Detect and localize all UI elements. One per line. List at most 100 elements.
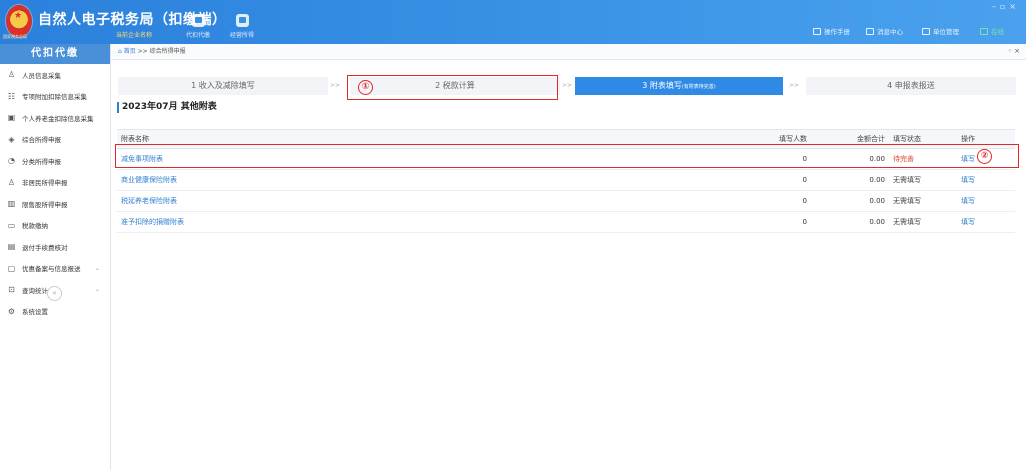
table-row: 商业健康保险附表 0 0.00 无需填写 填写 [117, 169, 1015, 191]
document-icon: ▢ [7, 263, 16, 273]
col-header-count: 填写人数 [733, 129, 811, 149]
book-icon [813, 27, 821, 35]
breadcrumb: ⌂ 首页 >> 综合所得申报 ◦ × [111, 44, 1026, 60]
maximize-icon[interactable]: ▫ [1000, 2, 1009, 11]
star-icon: ★ [14, 11, 23, 21]
pie-icon: ◔ [8, 156, 15, 166]
row-amount: 0.00 [811, 190, 889, 212]
row-name-link[interactable]: 商业健康保险附表 [117, 169, 733, 191]
chevron-down-icon: ⌄ [94, 286, 100, 294]
company-name: 当前企业名称 [116, 32, 153, 39]
step-income-deduction[interactable]: 1 收入及减除填写 [118, 77, 328, 95]
step-note: (有附表待完善) [681, 84, 716, 90]
folder-icon: ▭ [7, 220, 16, 230]
grid-icon: ☷ [7, 91, 16, 101]
col-header-name: 附表名称 [117, 129, 733, 149]
main-content: ⌂ 首页 >> 综合所得申报 ◦ × 1 收入及减除填写 >> 2 税款计算 >… [111, 44, 1026, 470]
sidebar-item-label: 退付手续费核对 [22, 243, 68, 252]
section-title: 2023年07月 其他附表 [117, 102, 217, 113]
sidebar-item-label: 查询统计 [22, 286, 48, 295]
layers-icon: ◈ [8, 134, 15, 144]
online-status[interactable]: 在线 [980, 26, 1004, 36]
row-name-link[interactable]: 税延养老保险附表 [117, 190, 733, 212]
step-separator: >> [330, 82, 341, 89]
sidebar-item-special-deduction[interactable]: ☷ 专项附加扣除信息采集 [0, 86, 110, 108]
row-count: 0 [733, 190, 811, 212]
sidebar-item-pension[interactable]: ▣ 个人养老金扣除信息采集 [0, 107, 110, 129]
minimize-icon[interactable]: – [992, 2, 1000, 11]
table-header-row: 附表名称 填写人数 金额合计 填写状态 操作 [117, 129, 1015, 149]
sidebar: 代扣代缴 ♙ 人员信息采集 ☷ 专项附加扣除信息采集 ▣ 个人养老金扣除信息采集 ◈ 综… [0, 44, 111, 470]
row-name-link[interactable]: 减免事项附表 [117, 148, 733, 170]
topnav-withholding[interactable]: 代扣代缴 [178, 14, 218, 39]
sidebar-item-label: 综合所得申报 [22, 136, 61, 145]
row-amount: 0.00 [811, 169, 889, 191]
row-count: 0 [733, 211, 811, 233]
sidebar-collapse-button[interactable]: « [47, 286, 62, 301]
row-status: 无需填写 [889, 211, 957, 233]
col-header-status: 填写状态 [889, 129, 957, 149]
sidebar-item-tax-payment[interactable]: ▭ 税款缴纳 [0, 215, 110, 237]
messages-label: 消息中心 [877, 28, 903, 36]
step-tax-calculation[interactable]: 2 税款计算 [350, 77, 560, 95]
sidebar-item-label: 分类所得申报 [22, 157, 61, 166]
col-header-amount: 金额合计 [811, 129, 889, 149]
breadcrumb-home[interactable]: 首页 [124, 48, 136, 55]
sidebar-item-classified-income[interactable]: ◔ 分类所得申报 [0, 150, 110, 172]
sidebar-header: 代扣代缴 [0, 44, 110, 64]
attachment-table: 附表名称 填写人数 金额合计 填写状态 操作 减免事项附表 0 0.00 待完善… [117, 129, 1015, 233]
sidebar-item-label: 非居民所得申报 [22, 179, 68, 188]
sidebar-item-settings[interactable]: ⚙ 系统设置 [0, 301, 110, 323]
person-outline-icon: ♙ [7, 177, 16, 187]
sidebar-item-restricted-shares[interactable]: ▥ 限售股所得申报 [0, 193, 110, 215]
table-row: 准予扣除的捐赠附表 0 0.00 无需填写 填写 [117, 211, 1015, 233]
app-header: ★ 国家税务总局 自然人电子税务局（扣缴端） 当前企业名称 代扣代缴 经营所得 … [0, 0, 1026, 44]
step-bar: 1 收入及减除填写 >> 2 税款计算 >> 3 附表填写(有附表待完善) >>… [118, 77, 1024, 95]
breadcrumb-current: 综合所得申报 [149, 48, 186, 55]
close-icon[interactable]: × [1009, 2, 1020, 11]
row-count: 0 [733, 148, 811, 170]
briefcase-icon [191, 14, 205, 27]
step-submit-report[interactable]: 4 申报表报送 [806, 77, 1016, 95]
sidebar-item-fee-refund[interactable]: ▤ 退付手续费核对 [0, 236, 110, 258]
building-icon [922, 27, 930, 35]
annotation-marker-1: ① [358, 80, 373, 95]
manual-button[interactable]: 操作手册 [813, 26, 850, 36]
sidebar-item-nonresident[interactable]: ♙ 非居民所得申报 [0, 172, 110, 194]
row-name-link[interactable]: 准予扣除的捐赠附表 [117, 211, 733, 233]
row-status: 待完善 [889, 148, 957, 170]
sidebar-item-preferential-filing[interactable]: ▢ 优惠备案与信息报送 ⌄ [0, 258, 110, 280]
sidebar-item-label: 限售股所得申报 [22, 200, 68, 209]
topnav-business-income[interactable]: 经营所得 [222, 14, 262, 39]
unit-mgmt-label: 单位管理 [933, 28, 959, 36]
chat-icon [980, 27, 988, 35]
coin-stack-icon [235, 14, 249, 27]
tax-emblem-logo: ★ [6, 5, 32, 37]
manual-label: 操作手册 [824, 28, 850, 36]
sidebar-item-comprehensive-income[interactable]: ◈ 综合所得申报 [0, 129, 110, 151]
row-fill-button[interactable]: 填写 [957, 211, 1015, 233]
window-controls[interactable]: –▫× [992, 2, 1020, 11]
topnav-label: 经营所得 [229, 32, 254, 39]
unit-management-button[interactable]: 单位管理 [922, 26, 959, 36]
sidebar-item-label: 税款缴纳 [22, 222, 48, 231]
sidebar-item-personnel[interactable]: ♙ 人员信息采集 [0, 64, 110, 86]
sidebar-item-label: 专项附加扣除信息采集 [22, 93, 87, 102]
step-attachment-filling[interactable]: 3 附表填写(有附表待完善) [575, 77, 783, 95]
home-icon: ⌂ [118, 48, 122, 55]
row-count: 0 [733, 169, 811, 191]
step-label: 3 附表填写 [642, 81, 682, 90]
search-chart-icon: ⊡ [8, 285, 15, 295]
row-fill-button[interactable]: 填写 [957, 190, 1015, 212]
sidebar-item-label: 系统设置 [22, 308, 48, 317]
row-fill-button[interactable]: 填写 [957, 169, 1015, 191]
bar-chart-icon: ▥ [7, 199, 16, 209]
row-amount: 0.00 [811, 148, 889, 170]
card-icon: ▣ [7, 113, 16, 123]
sidebar-item-label: 人员信息采集 [22, 71, 61, 80]
sidebar-item-label: 优惠备案与信息报送 [22, 265, 81, 274]
message-center-button[interactable]: 消息中心 [866, 26, 903, 36]
tab-close-icon[interactable]: ◦ × [1008, 44, 1020, 59]
mail-icon [866, 27, 874, 35]
breadcrumb-sep: >> [135, 48, 150, 55]
